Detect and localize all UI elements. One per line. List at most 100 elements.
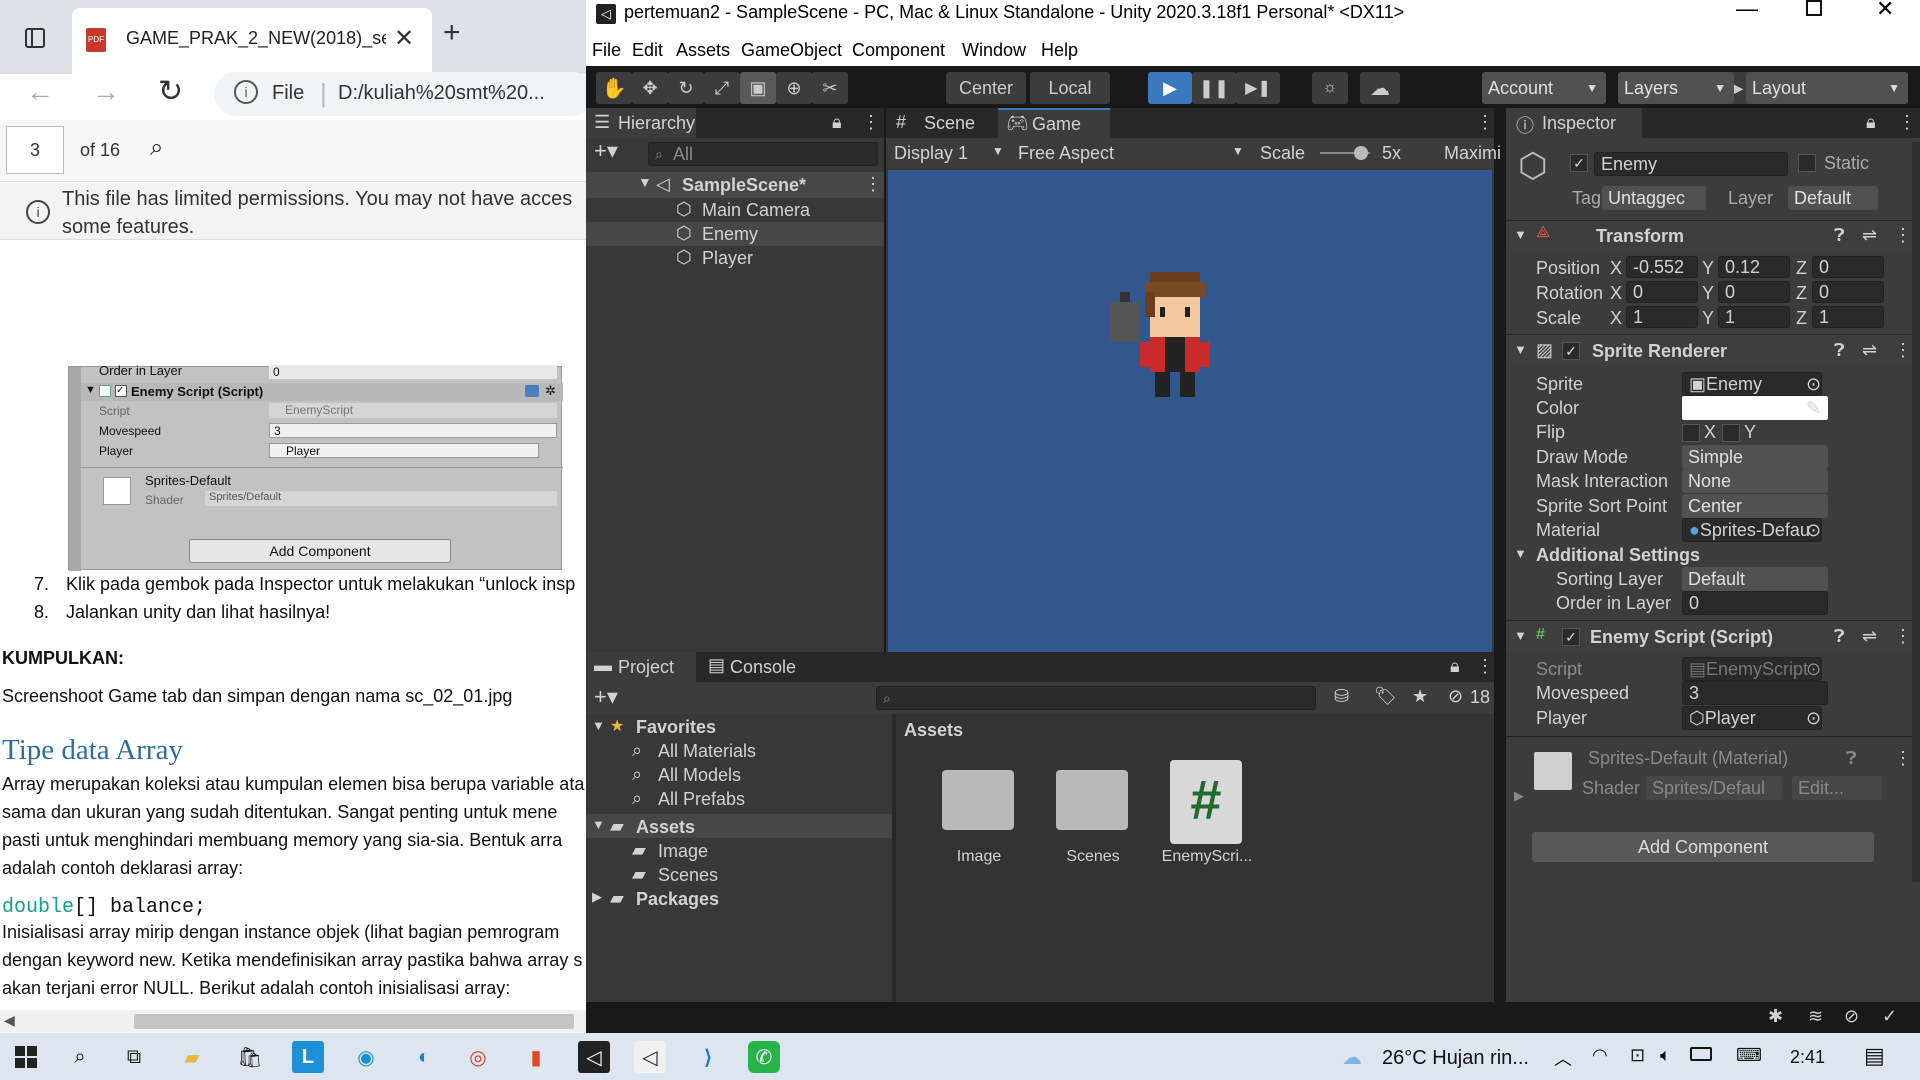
hierarchy-search-input[interactable]: ⌕ All (648, 142, 878, 166)
object-picker-icon[interactable]: ⊙ (1806, 708, 1821, 729)
account-dropdown[interactable]: Account ▼ (1482, 72, 1606, 104)
shader-dropdown[interactable]: Sprites/Defaul (1646, 776, 1782, 800)
help-icon[interactable]: ❓︎ (1846, 748, 1857, 769)
services-icon[interactable]: ☼ (1312, 72, 1348, 104)
material-field[interactable]: ●Sprites-Defau (1682, 518, 1822, 542)
sprite-sort-point-dropdown[interactable]: Center (1682, 494, 1828, 518)
tree-folder-image[interactable]: Image (658, 841, 708, 862)
chrome-icon[interactable]: ◎ (462, 1041, 494, 1073)
preset-icon[interactable]: ⇌ (1862, 340, 1877, 361)
file-explorer-icon[interactable]: ▰ (176, 1041, 208, 1073)
add-object-icon[interactable]: +▾ (594, 138, 618, 164)
scroll-left-icon[interactable]: ◀ (4, 1012, 15, 1029)
more-options-icon[interactable]: ⋮ (1898, 112, 1916, 133)
unity-hub-icon[interactable]: ◁ (578, 1041, 610, 1073)
tab-game[interactable]: 🎮︎ Game (998, 108, 1110, 138)
layer-dropdown[interactable]: Default (1788, 186, 1878, 210)
tab-actions-icon[interactable] (15, 18, 55, 58)
display-dropdown[interactable]: Display 1 ▼ (888, 140, 1008, 166)
chevron-up-icon[interactable]: ︿ (1554, 1045, 1572, 1071)
cloud-button-icon[interactable]: ☁ (1360, 72, 1400, 104)
asset-script-enemy[interactable]: # EnemyScri... (1152, 760, 1262, 880)
fav-all-models[interactable]: All Models (658, 765, 741, 786)
foldout-icon[interactable]: ▼ (638, 174, 652, 190)
step-button[interactable]: ▶❚ (1236, 72, 1280, 104)
draw-mode-dropdown[interactable]: Simple (1682, 445, 1828, 469)
unity-editor-icon[interactable]: ◁ (634, 1041, 666, 1073)
minimize-icon[interactable]: — (1736, 0, 1758, 22)
transform-header[interactable]: ▼ ⟁ Transform ❓︎ ⇌ ⋮ (1506, 220, 1920, 250)
weather-icon[interactable]: ☁ (1336, 1041, 1368, 1073)
play-button[interactable]: ▶ (1148, 72, 1192, 104)
scene-options-icon[interactable]: ⋮ (864, 174, 882, 195)
add-component-button[interactable]: Add Component (1532, 832, 1874, 862)
more-options-icon[interactable]: ⋮ (1476, 656, 1494, 677)
back-icon[interactable]: ← (26, 76, 54, 108)
help-icon[interactable]: ❓︎ (1834, 225, 1845, 246)
component-menu-icon[interactable]: ⋮ (1894, 225, 1912, 246)
layout-dropdown[interactable]: Layout ▼ (1746, 72, 1908, 104)
rotation-y-field[interactable]: 0 (1718, 281, 1790, 303)
lock-icon[interactable]: 🔒︎ (1866, 112, 1876, 133)
lock-icon[interactable]: 🔒︎ (832, 112, 842, 133)
filter-type-icon[interactable]: ⛁ (1334, 686, 1349, 707)
fav-all-materials[interactable]: All Materials (658, 741, 756, 762)
scale-x-field[interactable]: 1 (1626, 306, 1698, 328)
more-options-icon[interactable]: ⋮ (1476, 112, 1494, 133)
horizontal-scrollbar[interactable]: ◀ (0, 1010, 586, 1033)
inspector-scrollbar[interactable] (1912, 142, 1920, 882)
task-view-icon[interactable]: ⧉ (118, 1041, 150, 1073)
sprite-field[interactable]: ▣Enemy (1682, 372, 1822, 396)
menu-help[interactable]: Help (1041, 40, 1078, 61)
help-icon[interactable]: ❓︎ (1834, 340, 1845, 361)
sprite-renderer-enabled-checkbox[interactable]: ✓ (1562, 342, 1580, 360)
object-name-input[interactable]: Enemy (1594, 152, 1788, 176)
keyboard-icon[interactable]: ⌨ (1736, 1045, 1762, 1066)
tab-hierarchy[interactable]: ☰ Hierarchy (586, 108, 696, 138)
maximize-icon[interactable] (1806, 0, 1822, 16)
menu-edit[interactable]: Edit (632, 40, 663, 61)
more-options-icon[interactable]: ⋮ (862, 112, 880, 133)
filter-label-icon[interactable]: 🏷︎ (1374, 686, 1397, 707)
windows-start-icon[interactable] (10, 1041, 42, 1073)
hierarchy-item-player[interactable]: ⬡ Player (586, 246, 884, 270)
additional-settings-label[interactable]: Additional Settings (1536, 545, 1700, 566)
object-picker-icon[interactable]: ⊙ (1806, 520, 1821, 541)
fav-all-prefabs[interactable]: All Prefabs (658, 789, 745, 810)
search-icon[interactable]: ⌕ (64, 1041, 96, 1073)
battery-icon[interactable] (1690, 1047, 1712, 1061)
edge-icon[interactable]: ◐ (408, 1041, 440, 1073)
scroll-thumb[interactable] (134, 1014, 574, 1029)
store-icon[interactable]: 🛍︎ (234, 1041, 266, 1073)
bug-icon[interactable]: ✱ (1768, 1006, 1783, 1027)
l-app-icon[interactable]: L (292, 1041, 324, 1073)
eyedropper-icon[interactable]: ✎ (1806, 398, 1821, 419)
active-tab[interactable]: PDF GAME_PRAK_2_NEW(2018)_sec.p ✕ (72, 8, 432, 74)
office-icon[interactable]: ▮ (520, 1041, 552, 1073)
mask-interaction-dropdown[interactable]: None (1682, 469, 1828, 493)
tab-inspector[interactable]: ⓘ Inspector (1506, 108, 1642, 138)
sorting-layer-dropdown[interactable]: Default (1682, 567, 1828, 591)
tree-folder-scenes[interactable]: Scenes (658, 865, 718, 886)
refresh-icon[interactable]: ↻ (158, 74, 183, 109)
movespeed-field[interactable]: 3 (1682, 681, 1828, 705)
aspect-dropdown[interactable]: Free Aspect ▼ (1012, 140, 1250, 166)
tag-dropdown[interactable]: Untaggec (1602, 186, 1706, 210)
asset-folder-image[interactable]: Image (924, 760, 1034, 880)
menu-gameobject[interactable]: GameObject (741, 40, 842, 61)
network-icon[interactable]: ◠ (1592, 1045, 1608, 1066)
position-y-field[interactable]: 0.12 (1718, 256, 1790, 278)
flip-x-checkbox[interactable] (1682, 424, 1700, 442)
component-menu-icon[interactable]: ⋮ (1894, 626, 1912, 647)
whatsapp-icon[interactable]: ✆ (748, 1041, 780, 1073)
menu-window[interactable]: Window (962, 40, 1026, 61)
tab-project[interactable]: ▬ Project (586, 652, 696, 682)
preset-icon[interactable]: ⇌ (1862, 225, 1877, 246)
active-checkbox[interactable]: ✓ (1570, 154, 1588, 172)
hierarchy-item-enemy[interactable]: ⬡ Enemy (586, 222, 884, 246)
foldout-icon[interactable]: ▶ (1514, 788, 1524, 804)
progress-icon[interactable]: ≋ (1808, 1006, 1823, 1027)
preset-icon[interactable]: ⇌ (1862, 626, 1877, 647)
hierarchy-item-main-camera[interactable]: ⬡ Main Camera (586, 198, 884, 222)
order-in-layer-field[interactable]: 0 (1682, 591, 1828, 615)
